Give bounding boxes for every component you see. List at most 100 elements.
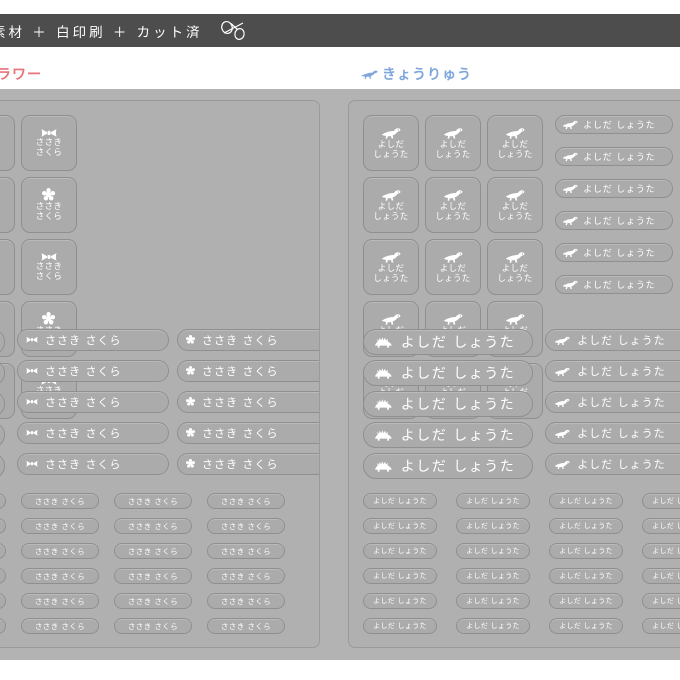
sticker-pill-small[interactable]: よしだ しょうた (549, 518, 623, 534)
sticker-pill-medium[interactable]: ささき さくら (17, 391, 169, 413)
sticker-pill-small[interactable]: ささき さくら (21, 618, 99, 634)
sticker-pill-small[interactable]: ささき さくら (0, 593, 6, 609)
sticker-pill-medium[interactable]: よしだ しょうた (545, 453, 680, 475)
sticker-name-text: よしだ しょうた (559, 597, 613, 605)
sticker-square[interactable]: よしだしょうた (363, 239, 419, 295)
sticker-pill-medium[interactable]: ささき さくら (177, 329, 319, 351)
sticker-pill-small[interactable]: ささき さくら (21, 543, 99, 559)
sticker-pill-small[interactable]: よしだ しょうた (363, 593, 437, 609)
sticker-pill-small[interactable]: よしだ しょうた (363, 568, 437, 584)
sticker-pill-small[interactable]: ささき さくら (207, 493, 285, 509)
sticker-pill-medium[interactable]: よしだ しょうた (555, 211, 673, 230)
sticker-pill-large[interactable]: ささき さくら (0, 422, 5, 448)
sticker-square[interactable]: ささきさくら (21, 177, 77, 233)
sticker-pill-small[interactable]: ささき さくら (0, 493, 6, 509)
sticker-square[interactable]: ささきさくら (0, 239, 15, 295)
sticker-pill-medium[interactable]: ささき さくら (177, 391, 319, 413)
sticker-pill-medium[interactable]: よしだ しょうた (555, 115, 673, 134)
sticker-pill-small[interactable]: ささき さくら (207, 618, 285, 634)
sticker-square[interactable]: よしだしょうた (425, 177, 481, 233)
sticker-pill-small[interactable]: ささき さくら (21, 518, 99, 534)
sticker-pill-medium[interactable]: ささき さくら (177, 360, 319, 382)
sticker-pill-large[interactable]: よしだ しょうた (363, 391, 533, 417)
sticker-pill-small[interactable]: ささき さくら (207, 593, 285, 609)
sticker-square[interactable]: よしだしょうた (363, 177, 419, 233)
sticker-pill-medium[interactable]: よしだ しょうた (545, 360, 680, 382)
sticker-pill-small[interactable]: よしだ しょうた (456, 568, 530, 584)
sticker-pill-medium[interactable]: よしだ しょうた (545, 422, 680, 444)
ribbon-icon (41, 252, 57, 262)
sticker-pill-small[interactable]: よしだ しょうた (456, 593, 530, 609)
sticker-pill-small[interactable]: ささき さくら (207, 568, 285, 584)
sticker-pill-small[interactable]: ささき さくら (114, 593, 192, 609)
sticker-pill-small[interactable]: よしだ しょうた (549, 543, 623, 559)
sticker-pill-small[interactable]: ささき さくら (0, 568, 6, 584)
sticker-square[interactable]: よしだしょうた (487, 115, 543, 171)
sticker-pill-medium[interactable]: よしだ しょうた (555, 243, 673, 262)
sticker-pill-large[interactable]: よしだ しょうた (363, 422, 533, 448)
sticker-pill-large[interactable]: ささき さくら (0, 453, 5, 479)
sticker-pill-small[interactable]: よしだ しょうた (363, 618, 437, 634)
sticker-square[interactable]: ささきさくら (0, 177, 15, 233)
sticker-square[interactable]: よしだしょうた (425, 115, 481, 171)
sticker-pill-medium[interactable]: ささき さくら (17, 329, 169, 351)
sticker-pill-small[interactable]: ささき さくら (21, 493, 99, 509)
sheet-dinosaur[interactable]: よしだ しょうた よしだ しょうた よしだ しょうた よしだ しょうた よしだ しょうた … (348, 100, 680, 648)
sticker-pill-medium[interactable]: ささき さくら (17, 453, 169, 475)
sticker-pill-small[interactable]: よしだ しょうた (642, 618, 680, 634)
sticker-pill-medium[interactable]: よしだ しょうた (545, 329, 680, 351)
sticker-pill-small[interactable]: よしだ しょうた (456, 518, 530, 534)
sticker-square[interactable]: ささきさくら (21, 239, 77, 295)
sticker-name-text: しょうた (435, 211, 471, 222)
sticker-pill-small[interactable]: よしだ しょうた (642, 543, 680, 559)
sticker-square[interactable]: ささきさくら (21, 115, 77, 171)
sticker-name-text: よしだ しょうた (466, 547, 520, 555)
sticker-pill-small[interactable]: ささき さくら (114, 493, 192, 509)
sticker-pill-medium[interactable]: ささき さくら (17, 360, 169, 382)
sticker-pill-small[interactable]: よしだ しょうた (642, 518, 680, 534)
sticker-pill-small[interactable]: よしだ しょうた (363, 543, 437, 559)
sticker-pill-large[interactable]: よしだ しょうた (363, 329, 533, 355)
sticker-pill-small[interactable]: よしだ しょうた (549, 593, 623, 609)
sticker-pill-small[interactable]: ささき さくら (114, 568, 192, 584)
sticker-name-text: しょうた (435, 149, 471, 160)
sticker-square[interactable]: ささきさくら (0, 115, 15, 171)
sticker-pill-small[interactable]: よしだ しょうた (456, 618, 530, 634)
sticker-pill-medium[interactable]: よしだ しょうた (555, 179, 673, 198)
sticker-pill-large[interactable]: よしだ しょうた (363, 360, 533, 386)
sticker-square[interactable]: よしだしょうた (363, 115, 419, 171)
sheet-flower[interactable]: ささきさくら ささきさくら ささきさくら ささきさくら ささきさくら (0, 100, 320, 648)
dinosaur-icon (443, 188, 463, 202)
sticker-pill-small[interactable]: ささき さくら (0, 543, 6, 559)
sticker-pill-small[interactable]: ささき さくら (0, 518, 6, 534)
sticker-pill-small[interactable]: ささき さくら (0, 618, 6, 634)
sticker-pill-small[interactable]: ささき さくら (21, 568, 99, 584)
sticker-square[interactable]: よしだしょうた (487, 239, 543, 295)
sticker-pill-small[interactable]: よしだ しょうた (549, 493, 623, 509)
sticker-pill-medium[interactable]: よしだ しょうた (555, 275, 673, 294)
sticker-name-text: ささき さくら (127, 546, 179, 556)
sticker-pill-medium[interactable]: ささき さくら (177, 453, 319, 475)
sticker-pill-small[interactable]: よしだ しょうた (642, 493, 680, 509)
sticker-pill-medium[interactable]: よしだ しょうた (545, 391, 680, 413)
sticker-pill-small[interactable]: よしだ しょうた (549, 618, 623, 634)
sticker-pill-small[interactable]: よしだ しょうた (456, 493, 530, 509)
sticker-pill-small[interactable]: ささき さくら (114, 543, 192, 559)
sticker-pill-small[interactable]: ささき さくら (21, 593, 99, 609)
sticker-pill-small[interactable]: よしだ しょうた (363, 518, 437, 534)
sticker-pill-small[interactable]: ささき さくら (207, 518, 285, 534)
sticker-square[interactable]: よしだしょうた (487, 177, 543, 233)
sticker-pill-small[interactable]: よしだ しょうた (549, 568, 623, 584)
sticker-pill-small[interactable]: よしだ しょうた (456, 543, 530, 559)
sticker-square[interactable]: よしだしょうた (425, 239, 481, 295)
sticker-pill-small[interactable]: よしだ しょうた (642, 593, 680, 609)
sticker-pill-small[interactable]: ささき さくら (114, 618, 192, 634)
sticker-pill-medium[interactable]: よしだ しょうた (555, 147, 673, 166)
sticker-pill-medium[interactable]: ささき さくら (17, 422, 169, 444)
sticker-pill-medium[interactable]: ささき さくら (177, 422, 319, 444)
sticker-pill-large[interactable]: よしだ しょうた (363, 453, 533, 479)
sticker-pill-small[interactable]: ささき さくら (114, 518, 192, 534)
sticker-pill-small[interactable]: よしだ しょうた (363, 493, 437, 509)
sticker-pill-small[interactable]: よしだ しょうた (642, 568, 680, 584)
sticker-pill-small[interactable]: ささき さくら (207, 543, 285, 559)
